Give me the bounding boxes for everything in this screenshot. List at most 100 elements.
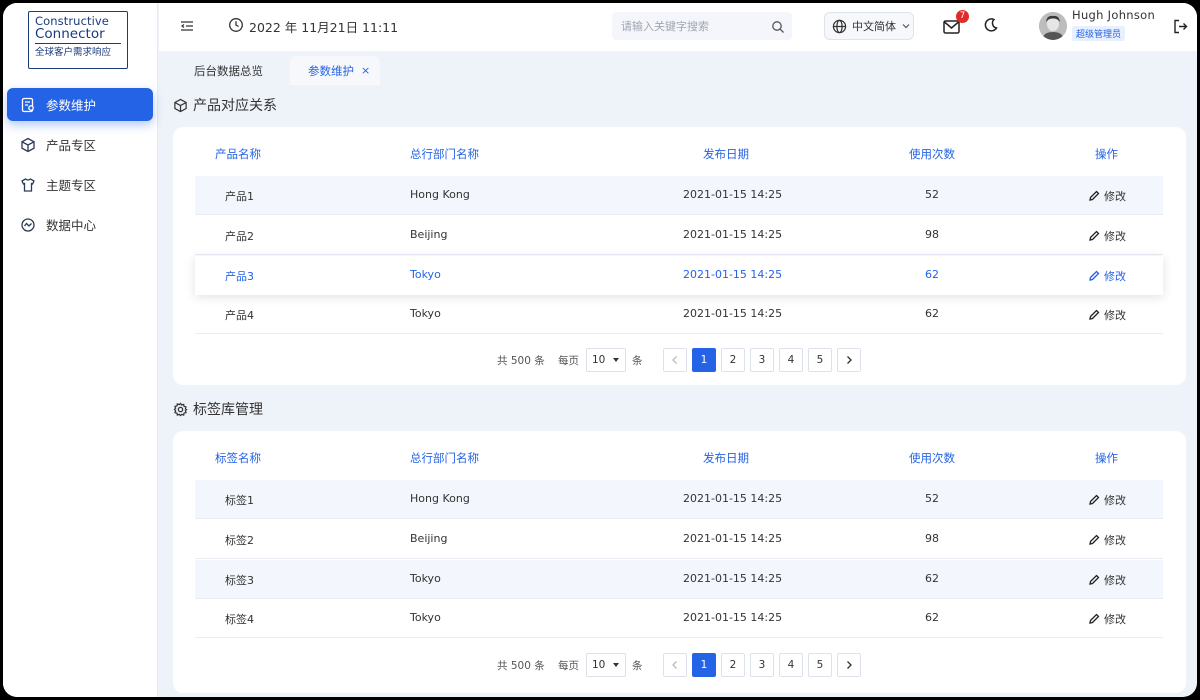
close-icon[interactable]: × bbox=[361, 64, 370, 77]
logo-line3: 全球客户需求响应 bbox=[35, 47, 112, 58]
chevron-down-icon bbox=[901, 21, 911, 31]
cell-dept: Beijing bbox=[410, 228, 448, 241]
sidebar-item-product-zone[interactable]: 产品专区 bbox=[7, 128, 153, 161]
per-page-unit: 条 bbox=[632, 660, 643, 672]
column-header[interactable]: 操作 bbox=[1095, 450, 1118, 466]
table-header: 标签名称 总行部门名称 发布日期 使用次数 操作 bbox=[195, 450, 1163, 470]
page-button[interactable]: 5 bbox=[808, 348, 832, 372]
app-window: Constructive Connector 全球客户需求响应 参数维护 产品专… bbox=[3, 3, 1197, 697]
column-header[interactable]: 操作 bbox=[1095, 146, 1118, 162]
search-icon[interactable] bbox=[771, 19, 785, 33]
cell-date: 2021-01-15 14:25 bbox=[683, 268, 783, 281]
sidebar-item-theme-zone[interactable]: 主题专区 bbox=[7, 168, 153, 201]
per-page-label: 每页 bbox=[558, 355, 579, 367]
shirt-icon bbox=[20, 177, 36, 193]
section-title-text: 产品对应关系 bbox=[193, 98, 277, 114]
edit-button[interactable]: 修改 bbox=[1088, 611, 1126, 627]
page-button[interactable]: 3 bbox=[750, 653, 774, 677]
avatar[interactable] bbox=[1039, 12, 1067, 40]
user-name: Hugh Johnson bbox=[1072, 8, 1156, 22]
chevron-left-icon bbox=[672, 661, 677, 669]
cell-name: 标签1 bbox=[225, 494, 254, 507]
sidebar-item-label: 产品专区 bbox=[46, 138, 97, 153]
cell-count: 52 bbox=[925, 188, 939, 201]
edit-label: 修改 bbox=[1104, 494, 1126, 507]
edit-label: 修改 bbox=[1104, 574, 1126, 587]
table-row-highlighted[interactable]: 产品3 Tokyo 2021-01-15 14:25 62 修改 bbox=[195, 256, 1163, 295]
tab-label: 后台数据总览 bbox=[194, 64, 263, 78]
tab-dashboard-overview[interactable]: 后台数据总览 bbox=[194, 57, 263, 85]
column-header[interactable]: 总行部门名称 bbox=[410, 450, 479, 466]
section-title-text: 标签库管理 bbox=[193, 402, 263, 418]
sidebar-item-param-maintenance[interactable]: 参数维护 bbox=[7, 88, 153, 121]
edit-button[interactable]: 修改 bbox=[1088, 532, 1126, 548]
edit-button[interactable]: 修改 bbox=[1088, 228, 1126, 244]
page-button[interactable]: 1 bbox=[692, 348, 716, 372]
pencil-icon bbox=[1089, 574, 1100, 585]
cell-dept: Hong Kong bbox=[410, 492, 470, 505]
page-button[interactable]: 4 bbox=[779, 653, 803, 677]
page-button[interactable]: 2 bbox=[721, 348, 745, 372]
page-size-select[interactable]: 10 bbox=[586, 653, 626, 677]
column-header[interactable]: 产品名称 bbox=[215, 146, 261, 162]
mail-badge: 7 bbox=[956, 10, 969, 23]
page-button[interactable]: 3 bbox=[750, 348, 774, 372]
cell-date: 2021-01-15 14:25 bbox=[683, 188, 783, 201]
sidebar-item-label: 数据中心 bbox=[46, 218, 97, 233]
cell-name: 产品2 bbox=[225, 230, 254, 243]
chevron-left-icon bbox=[672, 356, 677, 364]
sidebar-item-data-center[interactable]: 数据中心 bbox=[7, 208, 153, 241]
edit-label: 修改 bbox=[1104, 309, 1126, 322]
column-header[interactable]: 使用次数 bbox=[909, 450, 955, 466]
edit-button[interactable]: 修改 bbox=[1088, 268, 1126, 284]
column-header[interactable]: 标签名称 bbox=[215, 450, 261, 466]
table-row[interactable]: 标签3 Tokyo 2021-01-15 14:25 62 修改 bbox=[195, 560, 1163, 599]
page-button[interactable]: 1 bbox=[692, 653, 716, 677]
cell-dept: Tokyo bbox=[410, 307, 441, 320]
pagination: 共 500 条 每页 10 条 1 2 3 4 5 bbox=[173, 653, 1186, 677]
table-row[interactable]: 标签1 Hong Kong 2021-01-15 14:25 52 修改 bbox=[195, 480, 1163, 519]
table-row[interactable]: 产品4 Tokyo 2021-01-15 14:25 62 修改 bbox=[195, 295, 1163, 334]
prev-page-button[interactable] bbox=[663, 653, 687, 677]
logo[interactable]: Constructive Connector 全球客户需求响应 bbox=[28, 11, 128, 69]
column-header[interactable]: 发布日期 bbox=[703, 450, 749, 466]
edit-label: 修改 bbox=[1104, 613, 1126, 626]
page-button[interactable]: 2 bbox=[721, 653, 745, 677]
page-button[interactable]: 5 bbox=[808, 653, 832, 677]
prev-page-button[interactable] bbox=[663, 348, 687, 372]
collapse-menu-icon[interactable] bbox=[179, 18, 195, 34]
column-header[interactable]: 总行部门名称 bbox=[410, 146, 479, 162]
page-size-select[interactable]: 10 bbox=[586, 348, 626, 372]
pencil-icon bbox=[1089, 190, 1100, 201]
cell-name: 产品3 bbox=[225, 270, 254, 283]
edit-button[interactable]: 修改 bbox=[1088, 492, 1126, 508]
column-header[interactable]: 使用次数 bbox=[909, 146, 955, 162]
chart-circle-icon bbox=[20, 217, 36, 233]
page-button[interactable]: 4 bbox=[779, 348, 803, 372]
column-header[interactable]: 发布日期 bbox=[703, 146, 749, 162]
search-input[interactable] bbox=[612, 12, 792, 40]
table-row[interactable]: 产品2 Beijing 2021-01-15 14:25 98 修改 bbox=[195, 216, 1163, 255]
tab-param-maintenance[interactable]: 参数维护 × bbox=[290, 56, 380, 85]
next-page-button[interactable] bbox=[837, 653, 861, 677]
table-row[interactable]: 标签2 Beijing 2021-01-15 14:25 98 修改 bbox=[195, 520, 1163, 559]
edit-button[interactable]: 修改 bbox=[1088, 188, 1126, 204]
edit-button[interactable]: 修改 bbox=[1088, 572, 1126, 588]
cell-date: 2021-01-15 14:25 bbox=[683, 532, 783, 545]
pagination-total: 共 500 条 bbox=[497, 355, 545, 367]
pagination-total: 共 500 条 bbox=[497, 660, 545, 672]
next-page-button[interactable] bbox=[837, 348, 861, 372]
logout-icon[interactable] bbox=[1173, 19, 1188, 34]
table-row[interactable]: 标签4 Tokyo 2021-01-15 14:25 62 修改 bbox=[195, 599, 1163, 638]
globe-icon bbox=[832, 19, 847, 34]
settings-doc-icon bbox=[20, 97, 36, 113]
dark-mode-icon[interactable] bbox=[983, 17, 999, 33]
table-row[interactable]: 产品1 Hong Kong 2021-01-15 14:25 52 修改 bbox=[195, 176, 1163, 215]
cell-date: 2021-01-15 14:25 bbox=[683, 572, 783, 585]
product-mapping-card: 产品名称 总行部门名称 发布日期 使用次数 操作 产品1 Hong Kong 2… bbox=[173, 127, 1186, 385]
cell-name: 产品4 bbox=[225, 309, 254, 322]
cell-dept: Hong Kong bbox=[410, 188, 470, 201]
edit-button[interactable]: 修改 bbox=[1088, 307, 1126, 323]
current-datetime: 2022 年 11月21日 11:11 bbox=[249, 20, 399, 35]
language-select[interactable]: 中文简体 bbox=[824, 12, 914, 40]
